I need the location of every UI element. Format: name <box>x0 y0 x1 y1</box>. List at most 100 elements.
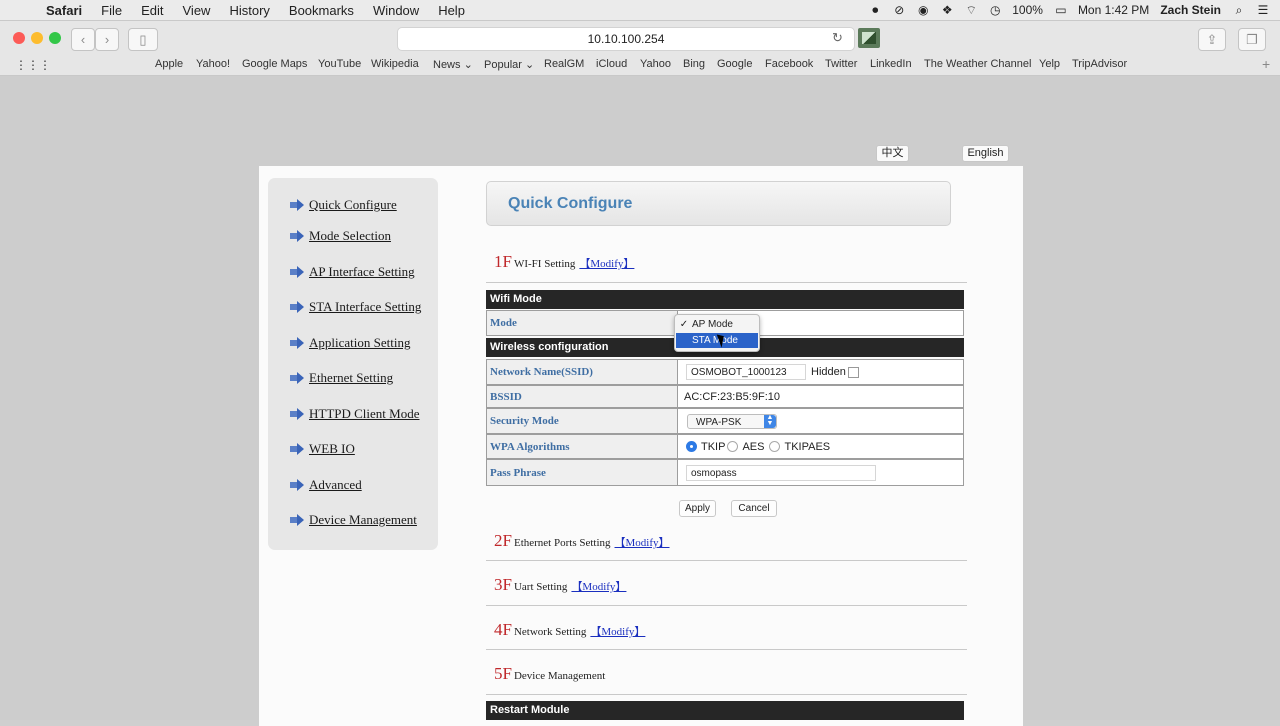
bookmark-yahoo-2[interactable]: Yahoo <box>640 58 671 70</box>
forward-button[interactable]: › <box>95 28 119 51</box>
time-machine-icon[interactable]: ◷ <box>988 3 1002 17</box>
divider <box>486 605 967 606</box>
bookmark-news[interactable]: News ⌄ <box>433 58 473 71</box>
menu-app-name[interactable]: Safari <box>46 3 82 18</box>
sidebar-toggle-button[interactable]: ▯ <box>128 28 158 51</box>
menu-file[interactable]: File <box>101 3 122 18</box>
modify-link-network[interactable]: 【Modify】 <box>590 623 645 639</box>
bookmark-bing[interactable]: Bing <box>683 58 705 70</box>
spotlight-icon[interactable]: ⌕ <box>1232 3 1246 17</box>
dropbox-icon[interactable]: ❖ <box>940 3 954 17</box>
tabs-overview-button[interactable]: ❐ <box>1238 28 1266 51</box>
bookmark-realgm[interactable]: RealGM <box>544 58 584 70</box>
menu-bar: Safari File Edit View History Bookmarks … <box>0 0 1280 21</box>
menu-bookmarks[interactable]: Bookmarks <box>289 3 354 18</box>
page-title-box: Quick Configure <box>486 181 951 226</box>
share-button[interactable]: ⇪ <box>1198 28 1226 51</box>
security-row: Security Mode WPA-PSK ▲ ▼ <box>486 408 964 434</box>
bookmark-yahoo[interactable]: Yahoo! <box>196 58 230 70</box>
menu-view[interactable]: View <box>183 3 211 18</box>
sidebar-item-label: Ethernet Setting <box>309 370 394 385</box>
ssid-row: Network Name(SSID) OSMOBOT_1000123 Hidde… <box>486 359 964 385</box>
menu-user[interactable]: Zach Stein <box>1160 3 1221 17</box>
section-number: 5F <box>494 664 512 683</box>
pass-phrase-input[interactable]: osmopass <box>686 464 876 481</box>
bookmark-popular[interactable]: Popular ⌄ <box>484 58 534 71</box>
address-bar[interactable]: 10.10.100.254 <box>397 27 855 51</box>
ssid-input[interactable]: OSMOBOT_1000123 <box>686 364 806 380</box>
menu-history[interactable]: History <box>229 3 269 18</box>
sidebar-item-application[interactable]: Application Setting <box>290 335 410 351</box>
lang-english-button[interactable]: English <box>962 145 1009 162</box>
sidebar-item-httpd-client[interactable]: HTTPD Client Mode <box>290 406 420 422</box>
modify-link-uart[interactable]: 【Modify】 <box>571 578 626 594</box>
sidebar-item-label: STA Interface Setting <box>309 299 422 314</box>
bookmark-weather-channel[interactable]: The Weather Channel <box>924 58 1031 70</box>
hidden-checkbox[interactable] <box>847 366 859 378</box>
grid-icon[interactable]: ⋮⋮⋮ <box>15 58 51 72</box>
bssid-value: AC:CF:23:B5:9F:10 <box>684 390 780 403</box>
sidebar-item-mode-selection[interactable]: Mode Selection <box>290 228 391 244</box>
section-ethernet: 2F Ethernet Ports Setting 【Modify】 <box>494 531 670 551</box>
bookmark-youtube[interactable]: YouTube <box>318 58 361 70</box>
reload-icon[interactable]: ↻ <box>832 30 843 46</box>
aes-radio[interactable] <box>727 441 739 452</box>
menu-window[interactable]: Window <box>373 3 419 18</box>
close-window-button[interactable] <box>13 32 25 44</box>
bookmark-twitter[interactable]: Twitter <box>825 58 857 70</box>
bssid-row: BSSID AC:CF:23:B5:9F:10 <box>486 385 964 408</box>
browser-toolbar: ‹ › ▯ 10.10.100.254 ↻ ⇪ ❐ <box>0 21 1280 55</box>
tkipaes-radio[interactable] <box>769 441 781 452</box>
sidebar-item-ap-interface[interactable]: AP Interface Setting <box>290 264 415 280</box>
sidebar-item-quick-configure[interactable]: Quick Configure <box>290 197 397 213</box>
menu-help[interactable]: Help <box>438 3 465 18</box>
bookmark-facebook[interactable]: Facebook <box>765 58 813 70</box>
back-button[interactable]: ‹ <box>71 28 95 51</box>
bssid-label: BSSID <box>487 386 678 407</box>
menu-edit[interactable]: Edit <box>141 3 163 18</box>
sync-icon[interactable]: ⊘ <box>892 3 906 17</box>
security-mode-select[interactable]: WPA-PSK ▲ ▼ <box>687 413 777 429</box>
wpa-options: TKIP AES TKIPAES <box>681 435 963 458</box>
mode-dropdown[interactable]: ✓ AP Mode STA Mode <box>674 314 760 352</box>
bookmark-wikipedia[interactable]: Wikipedia <box>371 58 419 70</box>
sidebar-item-label: Advanced <box>309 477 362 492</box>
bookmark-icloud[interactable]: iCloud <box>596 58 627 70</box>
bookmark-google[interactable]: Google <box>717 58 752 70</box>
apply-button[interactable]: Apply <box>679 500 716 517</box>
dropdown-option-ap-mode[interactable]: ✓ AP Mode <box>676 317 758 332</box>
battery-icon[interactable]: ▭ <box>1054 3 1068 17</box>
tkip-label: TKIP <box>701 440 726 453</box>
bookmark-apple[interactable]: Apple <box>155 58 183 70</box>
section-network: 4F Network Setting 【Modify】 <box>494 620 645 640</box>
notification-center-icon[interactable]: ☰ <box>1256 3 1270 17</box>
lang-chinese-button[interactable]: 中文 <box>876 145 909 162</box>
add-tab-icon[interactable]: + <box>1262 56 1270 72</box>
pass-label: Pass Phrase <box>487 460 678 485</box>
url-text: 10.10.100.254 <box>587 32 665 46</box>
modify-link-wifi[interactable]: 【Modify】 <box>579 255 634 271</box>
modify-link-ethernet[interactable]: 【Modify】 <box>615 534 670 550</box>
sidebar-item-advanced[interactable]: Advanced <box>290 477 362 493</box>
sidebar-item-sta-interface[interactable]: STA Interface Setting <box>290 299 421 315</box>
sidebar-item-ethernet[interactable]: Ethernet Setting <box>290 370 393 386</box>
arrow-right-icon <box>290 230 304 242</box>
share-icon: ⇪ <box>1206 31 1218 47</box>
record-icon[interactable]: ⏺ <box>868 3 882 17</box>
bookmark-google-maps[interactable]: Google Maps <box>242 58 307 70</box>
cancel-button[interactable]: Cancel <box>731 500 777 517</box>
bookmark-yelp[interactable]: Yelp <box>1039 58 1060 70</box>
shield-icon[interactable]: ◉ <box>916 3 930 17</box>
bookmark-linkedin[interactable]: LinkedIn <box>870 58 912 70</box>
arrow-right-icon <box>290 301 304 313</box>
wifi-icon[interactable]: ⌔ <box>964 3 978 17</box>
arrow-right-icon <box>290 408 304 420</box>
sidebar-item-web-io[interactable]: WEB IO <box>290 441 355 457</box>
zoom-window-button[interactable] <box>49 32 61 44</box>
sidebar-item-device-management[interactable]: Device Management <box>290 512 417 528</box>
extension-icon[interactable] <box>858 28 880 48</box>
minimize-window-button[interactable] <box>31 32 43 44</box>
bookmark-tripadvisor[interactable]: TripAdvisor <box>1072 58 1127 70</box>
menu-clock[interactable]: Mon 1:42 PM <box>1078 3 1149 17</box>
tkip-radio[interactable] <box>686 441 697 452</box>
